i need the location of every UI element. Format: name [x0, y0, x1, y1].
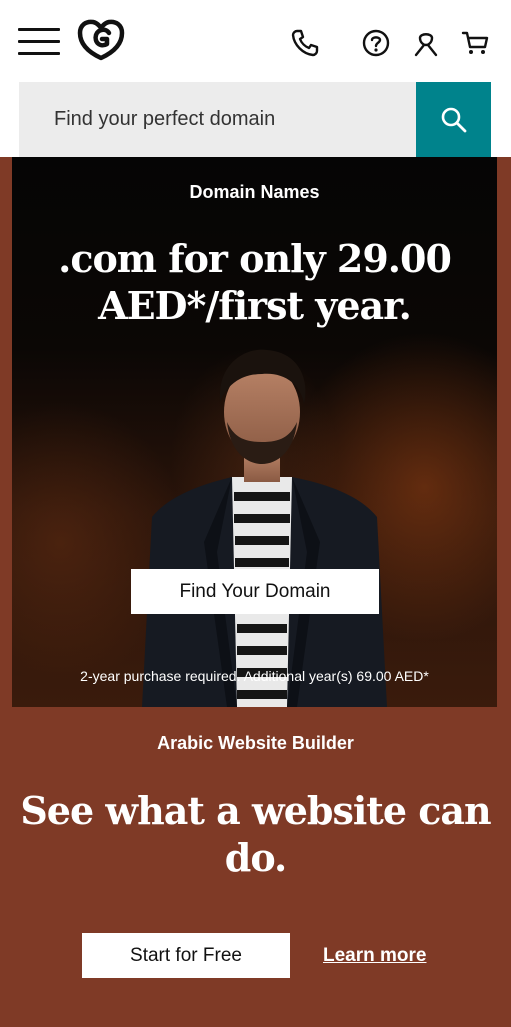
promo-eyebrow: Arabic Website Builder — [157, 733, 354, 753]
search-button[interactable] — [416, 82, 491, 157]
hamburger-icon[interactable] — [18, 28, 60, 56]
promo-title: See what a website can do. — [20, 788, 491, 880]
godaddy-logo[interactable] — [76, 18, 126, 62]
find-domain-button[interactable]: Find Your Domain — [131, 569, 379, 614]
hero-photo — [142, 349, 387, 707]
hero-eyebrow: Domain Names — [189, 182, 320, 202]
site-header — [0, 0, 511, 157]
learn-more-link[interactable]: Learn more — [323, 945, 426, 967]
hero-banner: Domain Names .com for only 29.00 AED*/fi… — [12, 157, 497, 707]
cart-icon[interactable] — [461, 28, 491, 58]
domain-search-input[interactable] — [19, 82, 416, 157]
hero-disclaimer: 2-year purchase required. Additional yea… — [80, 668, 429, 684]
user-icon[interactable] — [411, 28, 441, 58]
start-free-button[interactable]: Start for Free — [82, 933, 290, 978]
hero-title: .com for only 29.00 AED*/first year. — [58, 236, 452, 328]
phone-icon[interactable] — [290, 28, 320, 58]
domain-search — [19, 82, 491, 157]
help-icon[interactable] — [361, 28, 391, 58]
search-icon — [441, 107, 466, 132]
